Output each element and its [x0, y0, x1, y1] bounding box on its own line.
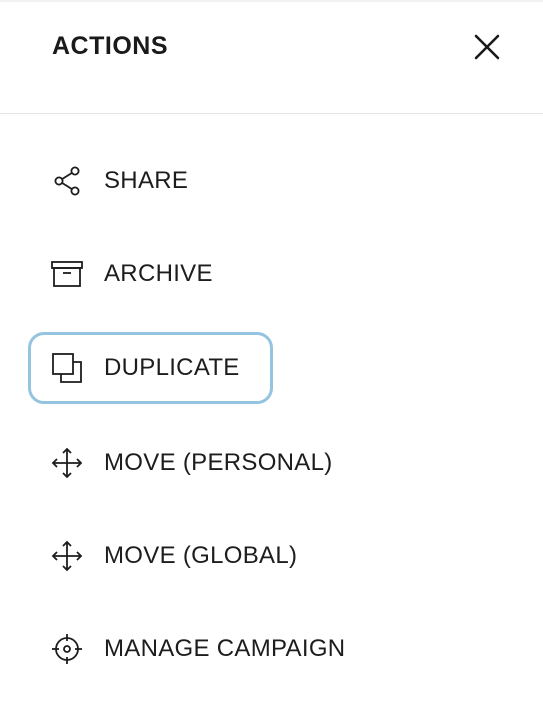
menu-item-label: MOVE (GLOBAL)	[104, 542, 298, 569]
menu-item-label: DUPLICATE	[104, 354, 240, 381]
menu-item-label: ARCHIVE	[104, 260, 213, 287]
menu-item-label: MANAGE CAMPAIGN	[104, 635, 346, 662]
menu-item-manage-campaign[interactable]: MANAGE CAMPAIGN	[28, 613, 398, 685]
share-icon	[50, 164, 84, 198]
menu-item-duplicate[interactable]: DUPLICATE	[28, 332, 273, 404]
menu-item-move-global[interactable]: MOVE (GLOBAL)	[28, 520, 328, 592]
close-button[interactable]	[470, 30, 504, 64]
duplicate-icon	[50, 351, 84, 385]
move-icon	[50, 446, 84, 480]
menu-item-move-personal[interactable]: MOVE (PERSONAL)	[28, 427, 368, 499]
close-icon	[474, 34, 500, 60]
menu-item-archive[interactable]: ARCHIVE	[28, 238, 273, 310]
archive-icon	[50, 257, 84, 291]
actions-panel: ACTIONS SHARE ARCHIVE DUPLICATE MOVE (PE…	[0, 0, 543, 712]
panel-header: ACTIONS	[0, 0, 543, 114]
move-icon	[50, 539, 84, 573]
menu-item-label: SHARE	[104, 167, 189, 194]
menu-item-label: MOVE (PERSONAL)	[104, 449, 333, 476]
panel-title: ACTIONS	[52, 32, 168, 60]
menu-item-share[interactable]: SHARE	[28, 145, 273, 217]
target-icon	[50, 632, 84, 666]
